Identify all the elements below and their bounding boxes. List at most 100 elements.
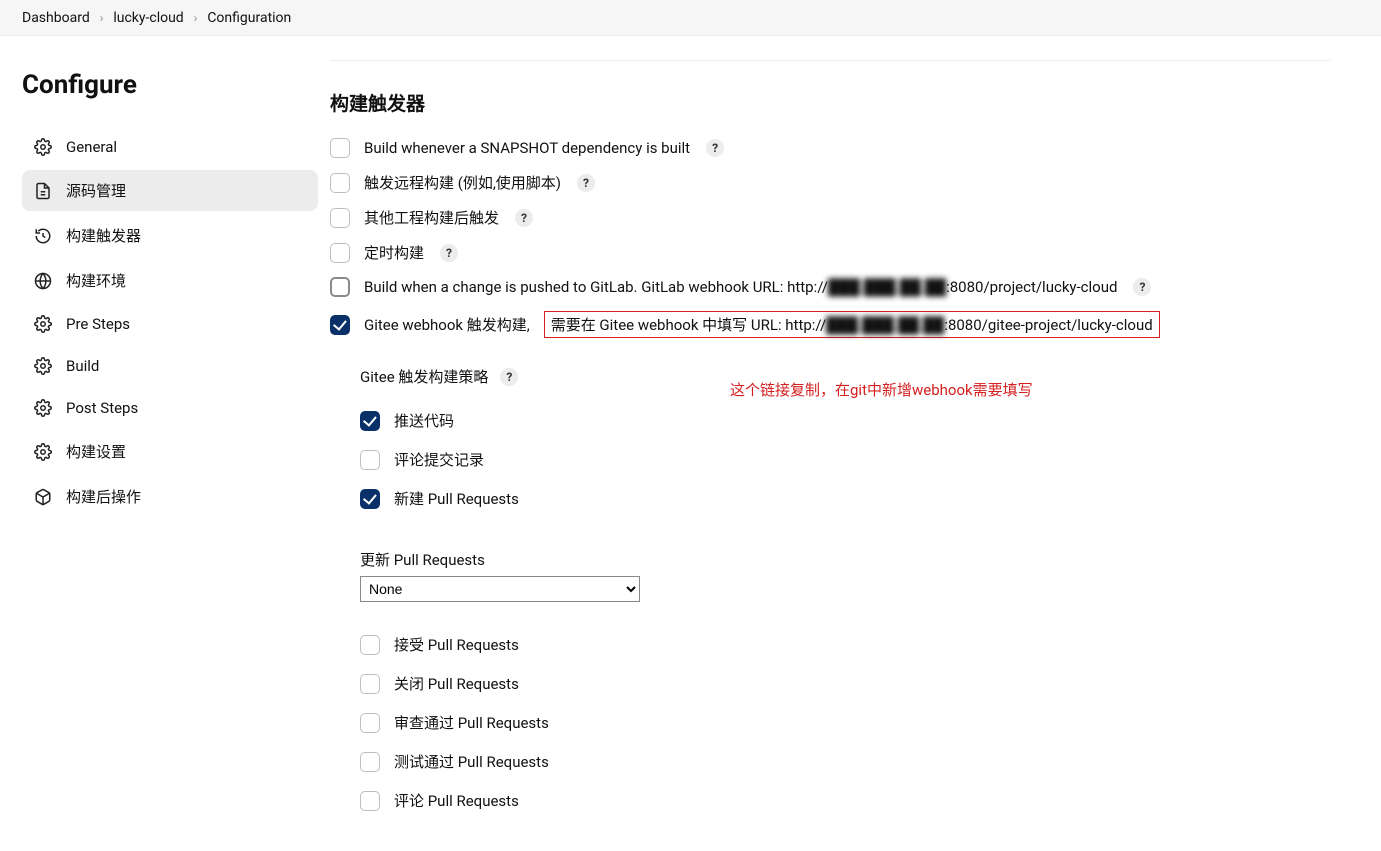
section-title: 构建触发器 [330,89,1330,116]
sidebar-item-environment[interactable]: 构建环境 [22,260,318,301]
breadcrumb-item[interactable]: Dashboard [22,10,90,26]
trigger-timer-row: 定时构建 ? [330,242,1330,263]
help-icon[interactable]: ? [500,368,518,386]
sidebar-item-label: General [66,138,117,156]
gitee-acceptpr-label: 接受 Pull Requests [394,634,519,655]
box-icon [34,488,52,506]
sidebar-item-triggers[interactable]: 构建触发器 [22,215,318,256]
sidebar-item-label: Pre Steps [66,315,130,333]
help-icon[interactable]: ? [515,209,533,227]
trigger-gitee-row: Gitee webhook 触发构建, 需要在 Gitee webhook 中填… [330,311,1330,338]
gitee-reviewpr-row: 审查通过 Pull Requests [360,712,1330,733]
checkbox-remote[interactable] [330,173,350,193]
checkbox-gitee-testpr[interactable] [360,752,380,772]
sidebar-item-general[interactable]: General [22,128,318,166]
gitee-url-suffix: :8080/gitee-project/lucky-cloud [944,316,1152,334]
section-divider [330,60,1330,61]
checkbox-snapshot[interactable] [330,138,350,158]
gitee-closepr-row: 关闭 Pull Requests [360,673,1330,694]
help-icon[interactable]: ? [577,174,595,192]
checkbox-gitee-newpr[interactable] [360,489,380,509]
breadcrumb-item[interactable]: Configuration [207,10,291,26]
main-content: 构建触发器 Build whenever a SNAPSHOT dependen… [330,36,1370,851]
checkbox-gitee-push[interactable] [360,411,380,431]
gitee-push-label: 推送代码 [394,410,454,431]
sidebar-item-post-build[interactable]: 构建后操作 [22,476,318,517]
gitee-updatepr-label: 更新 Pull Requests [360,549,1330,570]
breadcrumb: Dashboard › lucky-cloud › Configuration [0,0,1381,36]
gear-icon [34,443,52,461]
trigger-remote-row: 触发远程构建 (例如,使用脚本) ? [330,172,1330,193]
gitee-closepr-label: 关闭 Pull Requests [394,673,519,694]
sidebar-item-source[interactable]: 源码管理 [22,170,318,211]
gitee-url-highlight: 需要在 Gitee webhook 中填写 URL: http://███.██… [544,311,1160,338]
sidebar: Configure General 源码管理 构建触发器 构建环境 Pre St… [0,36,330,851]
gear-icon [34,399,52,417]
page-title: Configure [22,70,318,100]
gitee-newpr-row: 新建 Pull Requests [360,488,1330,509]
checkbox-gitee-closepr[interactable] [360,674,380,694]
checkbox-gitee-commentpr[interactable] [360,791,380,811]
trigger-label: Build whenever a SNAPSHOT dependency is … [364,139,690,157]
gitee-newpr-label: 新建 Pull Requests [394,488,519,509]
sidebar-item-label: Post Steps [66,399,138,417]
sidebar-item-label: 构建后操作 [66,486,141,507]
gitee-label-prefix: Gitee webhook 触发构建, [364,314,530,335]
gitee-acceptpr-row: 接受 Pull Requests [360,634,1330,655]
help-icon[interactable]: ? [440,244,458,262]
gitee-comment-label: 评论提交记录 [394,449,484,470]
gitee-url-prefix: 需要在 Gitee webhook 中填写 URL: http:// [551,316,826,334]
document-icon [34,182,52,200]
checkbox-gitee-comment[interactable] [360,450,380,470]
gitlab-label-suffix: :8080/project/lucky-cloud [946,278,1117,296]
checkbox-gitee-reviewpr[interactable] [360,713,380,733]
gitee-host-obscured: ███.███.██.██ [826,316,944,334]
gitee-push-row: 推送代码 [360,410,1330,431]
chevron-right-icon: › [194,11,198,25]
gitee-testpr-label: 测试通过 Pull Requests [394,751,549,772]
gitee-strategy-title: Gitee 触发构建策略 [360,366,488,387]
gitee-testpr-row: 测试通过 Pull Requests [360,751,1330,772]
sidebar-item-label: Build [66,357,99,375]
chevron-right-icon: › [100,11,104,25]
clock-icon [34,227,52,245]
gitee-updatepr-block: 更新 Pull Requests None [360,527,1330,602]
gitee-annotation: 这个链接复制，在git中新增webhook需要填写 [730,379,1330,400]
trigger-after-row: 其他工程构建后触发 ? [330,207,1330,228]
trigger-snapshot-row: Build whenever a SNAPSHOT dependency is … [330,138,1330,158]
gitlab-label-prefix: Build when a change is pushed to GitLab.… [364,278,828,296]
gitee-reviewpr-label: 审查通过 Pull Requests [394,712,549,733]
sidebar-item-label: 构建触发器 [66,225,141,246]
checkbox-gitee-acceptpr[interactable] [360,635,380,655]
help-icon[interactable]: ? [706,139,724,157]
gitee-updatepr-select[interactable]: None [360,576,640,602]
help-icon[interactable]: ? [1133,278,1151,296]
sidebar-item-post-steps[interactable]: Post Steps [22,389,318,427]
checkbox-gitlab[interactable] [330,277,350,297]
gitee-strategy-block: Gitee 触发构建策略 ? 这个链接复制，在git中新增webhook需要填写… [360,352,1330,811]
trigger-gitlab-row: Build when a change is pushed to GitLab.… [330,277,1330,297]
gitee-commentpr-row: 评论 Pull Requests [360,790,1330,811]
sidebar-item-pre-steps[interactable]: Pre Steps [22,305,318,343]
trigger-label: Build when a change is pushed to GitLab.… [364,278,1117,296]
trigger-label: 其他工程构建后触发 [364,207,499,228]
globe-icon [34,272,52,290]
breadcrumb-item[interactable]: lucky-cloud [113,10,183,26]
checkbox-timer[interactable] [330,243,350,263]
gitlab-host-obscured: ███.███.██.██ [828,278,946,296]
sidebar-nav: General 源码管理 构建触发器 构建环境 Pre Steps Build [22,128,318,517]
trigger-label: 定时构建 [364,242,424,263]
checkbox-gitee[interactable] [330,315,350,335]
gear-icon [34,357,52,375]
sidebar-item-label: 源码管理 [66,180,126,201]
gitee-comment-row: 评论提交记录 [360,449,1330,470]
checkbox-after[interactable] [330,208,350,228]
gitee-commentpr-label: 评论 Pull Requests [394,790,519,811]
gear-icon [34,315,52,333]
sidebar-item-build-settings[interactable]: 构建设置 [22,431,318,472]
sidebar-item-label: 构建环境 [66,270,126,291]
trigger-label: 触发远程构建 (例如,使用脚本) [364,172,561,193]
sidebar-item-label: 构建设置 [66,441,126,462]
gear-icon [34,138,52,156]
sidebar-item-build[interactable]: Build [22,347,318,385]
